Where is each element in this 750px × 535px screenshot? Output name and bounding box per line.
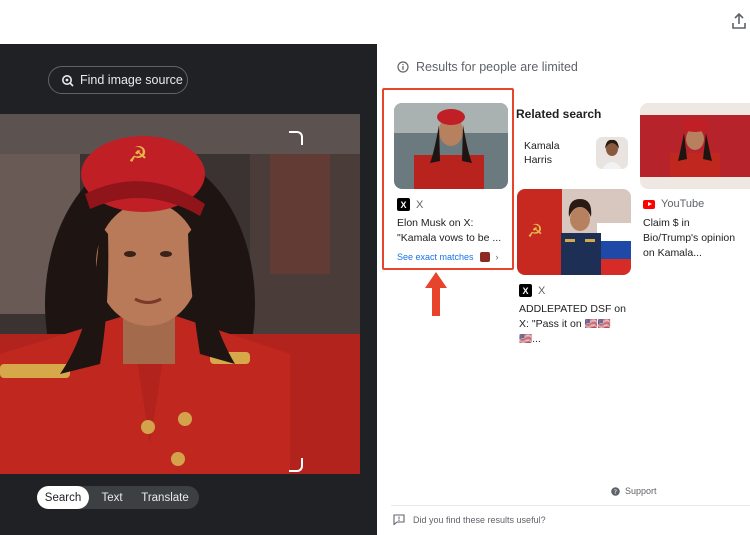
tab-search[interactable]: Search: [37, 486, 89, 509]
related-search-label: Kamala Harris: [524, 140, 560, 166]
result-title-2[interactable]: ADDLEPATED DSF on X: "Pass it on 🇺🇸🇺🇸🇺🇸.…: [519, 302, 629, 347]
result-thumbnail-2[interactable]: ☭: [517, 189, 631, 275]
results-notice-text: Results for people are limited: [416, 60, 578, 74]
results-notice: Results for people are limited: [397, 60, 578, 74]
svg-text:☭: ☭: [527, 221, 543, 242]
query-image[interactable]: ☭: [0, 114, 360, 474]
svg-text:?: ?: [614, 488, 617, 496]
x-logo-icon: X: [519, 284, 532, 297]
mode-switcher: Search Text Translate: [37, 486, 199, 509]
related-search-heading: Related search: [516, 107, 602, 121]
related-search-thumbnail: [596, 137, 628, 169]
arrow-up-icon: [425, 272, 447, 316]
tab-translate[interactable]: Translate: [135, 486, 195, 509]
results-panel: Results for people are limited X X Elon …: [377, 44, 750, 535]
lens-image-panel: Find image source ☭ Search Text Translat…: [0, 44, 377, 535]
feedback-prompt[interactable]: Did you find these results useful?: [393, 514, 546, 525]
support-link[interactable]: ? Support: [611, 486, 657, 496]
top-bar: [0, 0, 750, 44]
youtube-logo-icon: [643, 199, 655, 209]
upload-icon[interactable]: [731, 12, 747, 30]
lens-icon: [62, 74, 74, 87]
find-image-source-button[interactable]: Find image source: [48, 66, 188, 94]
svg-text:☭: ☭: [128, 143, 148, 168]
find-image-source-label: Find image source: [80, 73, 183, 87]
result-title-3[interactable]: Claim $ in Bio/Trump's opinion on Kamala…: [643, 216, 747, 261]
divider: [391, 505, 750, 506]
result-source-2: X X: [519, 284, 545, 297]
crop-corner-top-right[interactable]: [289, 131, 303, 145]
tab-text[interactable]: Text: [89, 486, 135, 509]
crop-corner-bottom-right[interactable]: [289, 458, 303, 472]
result-thumbnail-3[interactable]: [640, 103, 750, 189]
info-icon: [397, 61, 409, 73]
help-icon: ?: [611, 486, 620, 496]
result-source-3: YouTube: [643, 198, 704, 210]
highlight-box: [382, 88, 514, 270]
feedback-icon: [393, 514, 405, 525]
related-search-chip[interactable]: Kamala Harris: [516, 133, 630, 173]
